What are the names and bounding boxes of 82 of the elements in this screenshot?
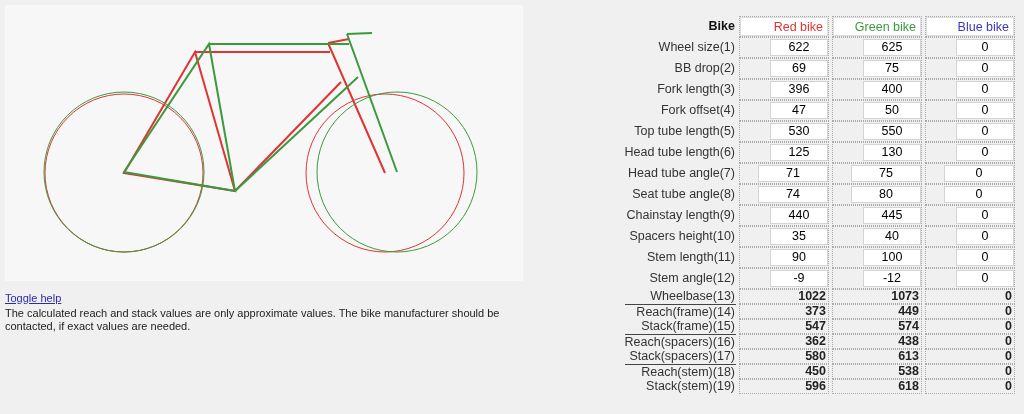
column-header: Bike	[707, 18, 736, 36]
parameter-label: Wheel size(1)	[657, 39, 736, 57]
value-field[interactable]: 396	[770, 81, 828, 98]
value-field[interactable]: 0	[956, 249, 1014, 266]
value-field[interactable]: 0	[956, 144, 1014, 161]
value-field[interactable]: 0	[956, 228, 1014, 245]
parameter-label: Stem angle(12)	[648, 270, 736, 288]
value-field[interactable]: 35	[770, 228, 828, 245]
parameter-label: Reach(frame)(14)	[624, 304, 736, 319]
value-field[interactable]: 50	[863, 102, 921, 119]
result-value: 1073	[890, 290, 920, 303]
value-field[interactable]: 622	[770, 39, 828, 56]
value-field[interactable]: 40	[863, 228, 921, 245]
result-value: 613	[897, 350, 920, 363]
result-value: 596	[804, 380, 827, 393]
result-value: 618	[897, 380, 920, 393]
parameter-label: Fork length(3)	[656, 81, 736, 99]
result-value: 538	[897, 365, 920, 378]
help-text: The calculated reach and stack values are only approximate values. The bike manufacturer should be contacted, if exact values are needed.	[5, 307, 501, 333]
result-value: 0	[1004, 335, 1013, 348]
value-field[interactable]: 400	[863, 81, 921, 98]
parameter-label: Head tube length(6)	[624, 144, 736, 162]
parameter-label: Seat tube angle(8)	[631, 186, 736, 204]
toggle-help-link[interactable]: Toggle help	[5, 292, 62, 304]
result-value: 438	[897, 335, 920, 348]
value-field[interactable]: 0	[956, 270, 1014, 287]
value-field[interactable]: 69	[770, 60, 828, 77]
bike-name-field[interactable]: Red bike	[740, 17, 828, 36]
value-field[interactable]: 625	[863, 39, 921, 56]
parameter-label: Stack(spacers)(17)	[628, 349, 736, 364]
result-value: 0	[1004, 380, 1013, 393]
value-field[interactable]: 0	[944, 165, 1014, 182]
bike-name-field[interactable]: Green bike	[833, 17, 921, 36]
parameter-label: Fork offset(4)	[659, 102, 736, 120]
value-field[interactable]: 130	[863, 144, 921, 161]
value-field[interactable]: 0	[956, 60, 1014, 77]
parameter-label: Stack(frame)(15)	[640, 319, 736, 334]
value-field[interactable]: 0	[956, 39, 1014, 56]
result-value: 373	[804, 305, 827, 318]
value-field[interactable]: 550	[863, 123, 921, 140]
value-field[interactable]: 100	[863, 249, 921, 266]
parameter-label: Reach(stem)(18)	[624, 364, 736, 379]
value-field[interactable]: 125	[770, 144, 828, 161]
value-field[interactable]: 74	[758, 186, 828, 203]
bike-name-field[interactable]: Blue bike	[926, 17, 1014, 36]
parameter-label: Top tube length(5)	[633, 123, 736, 141]
value-field[interactable]: 445	[863, 207, 921, 224]
value-field[interactable]: -12	[863, 270, 921, 287]
value-field[interactable]: 75	[863, 60, 921, 77]
result-value: 0	[1004, 365, 1013, 378]
value-field[interactable]: 0	[956, 207, 1014, 224]
value-field[interactable]: -9	[770, 270, 828, 287]
value-field[interactable]: 0	[944, 186, 1014, 203]
parameter-label: Reach(spacers)(16)	[624, 334, 736, 349]
result-value: 0	[1004, 290, 1013, 303]
value-field[interactable]: 80	[851, 186, 921, 203]
result-value: 0	[1004, 305, 1013, 318]
value-field[interactable]: 0	[956, 102, 1014, 119]
value-field[interactable]: 75	[851, 165, 921, 182]
result-value: 1022	[797, 290, 827, 303]
value-field[interactable]: 47	[770, 102, 828, 119]
value-field[interactable]: 440	[770, 207, 828, 224]
value-field[interactable]: 90	[770, 249, 828, 266]
value-field[interactable]: 0	[956, 81, 1014, 98]
result-value: 574	[897, 320, 920, 333]
result-value: 0	[1004, 350, 1013, 363]
parameter-label: Stem length(11)	[646, 249, 736, 267]
result-value: 362	[804, 335, 827, 348]
parameter-label: Stack(stem)(19)	[645, 379, 736, 394]
parameter-label: Chainstay length(9)	[625, 207, 736, 225]
parameter-label: Wheelbase(13)	[649, 289, 736, 304]
result-value: 449	[897, 305, 920, 318]
parameter-label: Spacers height(10)	[628, 228, 736, 246]
result-value: 450	[804, 365, 827, 378]
result-value: 580	[804, 350, 827, 363]
value-field[interactable]: 71	[758, 165, 828, 182]
value-field[interactable]: 0	[956, 123, 1014, 140]
value-field[interactable]: 530	[770, 123, 828, 140]
parameter-label: BB drop(2)	[673, 60, 736, 78]
result-value: 0	[1004, 320, 1013, 333]
parameter-label: Head tube angle(7)	[626, 165, 736, 183]
result-value: 547	[804, 320, 827, 333]
